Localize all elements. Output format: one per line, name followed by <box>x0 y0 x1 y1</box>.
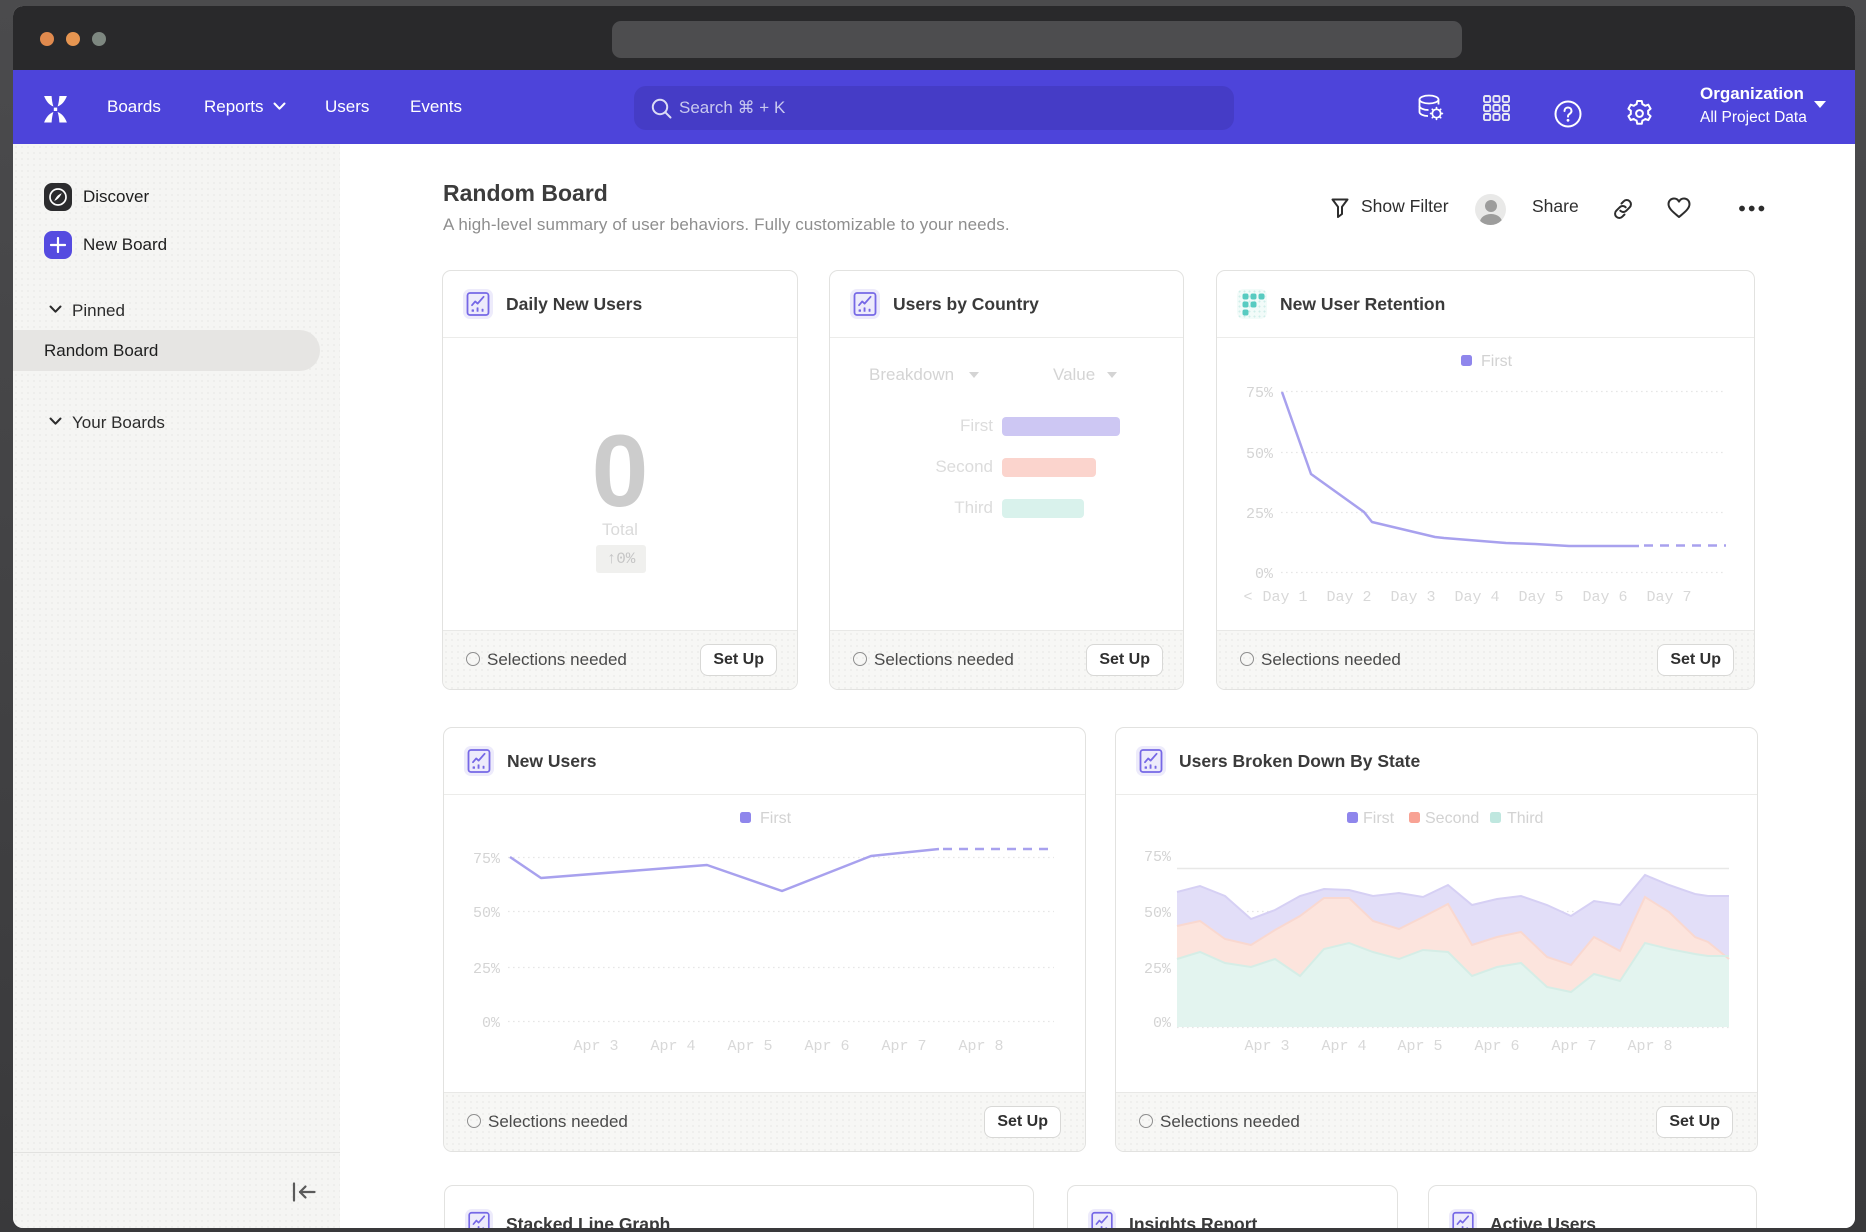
svg-text:50%: 50% <box>1144 905 1172 922</box>
svg-text:Day 6: Day 6 <box>1582 589 1627 606</box>
svg-text:75%: 75% <box>473 851 501 868</box>
svg-text:Apr 5: Apr 5 <box>1397 1038 1442 1055</box>
svg-text:0%: 0% <box>482 1015 501 1032</box>
svg-text:Apr 7: Apr 7 <box>881 1038 926 1055</box>
svg-text:Apr 4: Apr 4 <box>650 1038 695 1055</box>
svg-text:50%: 50% <box>1246 446 1274 463</box>
svg-text:Day 2: Day 2 <box>1326 589 1371 606</box>
svg-text:Apr 6: Apr 6 <box>1474 1038 1519 1055</box>
svg-text:75%: 75% <box>1246 385 1274 402</box>
svg-text:Third: Third <box>1507 810 1543 827</box>
svg-text:Apr 8: Apr 8 <box>958 1038 1003 1055</box>
svg-text:Apr 5: Apr 5 <box>727 1038 772 1055</box>
svg-text:25%: 25% <box>1246 506 1274 523</box>
svg-text:Apr 8: Apr 8 <box>1627 1038 1672 1055</box>
svg-text:Second: Second <box>1425 810 1479 827</box>
svg-text:25%: 25% <box>1144 961 1172 978</box>
svg-text:25%: 25% <box>473 961 501 978</box>
svg-text:First: First <box>760 810 792 827</box>
svg-text:0%: 0% <box>1153 1015 1172 1032</box>
svg-text:First: First <box>1481 353 1513 370</box>
svg-text:Day 1: Day 1 <box>1262 589 1307 606</box>
svg-text:Apr 6: Apr 6 <box>804 1038 849 1055</box>
svg-text:75%: 75% <box>1144 849 1172 866</box>
svg-text:Apr 4: Apr 4 <box>1321 1038 1366 1055</box>
svg-text:50%: 50% <box>473 905 501 922</box>
svg-text:First: First <box>1363 810 1395 827</box>
svg-text:<: < <box>1243 589 1252 606</box>
svg-text:Apr 7: Apr 7 <box>1551 1038 1596 1055</box>
svg-text:Day 3: Day 3 <box>1390 589 1435 606</box>
svg-text:Apr 3: Apr 3 <box>1244 1038 1289 1055</box>
svg-text:Day 5: Day 5 <box>1518 589 1563 606</box>
svg-text:Apr 3: Apr 3 <box>573 1038 618 1055</box>
svg-text:Day 7: Day 7 <box>1646 589 1691 606</box>
svg-text:Day 4: Day 4 <box>1454 589 1499 606</box>
svg-text:0%: 0% <box>1255 566 1274 583</box>
